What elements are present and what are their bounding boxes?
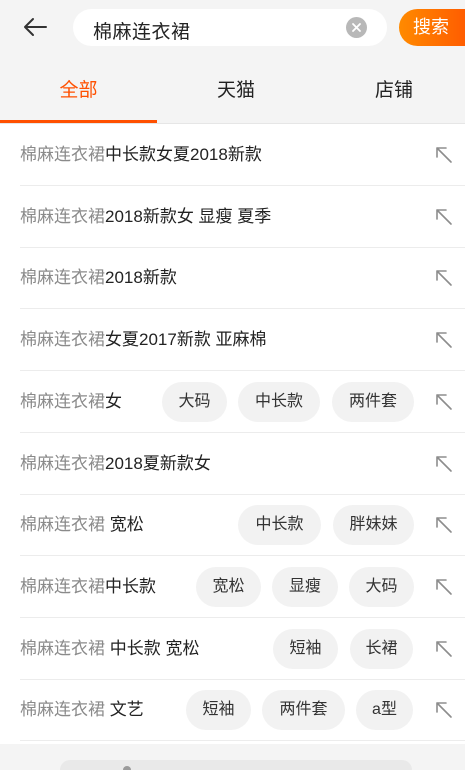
suggestion-suffix: 女夏2017新款 亚麻棉 [105, 330, 267, 350]
suggestion-row[interactable]: 棉麻连衣裙女 大码 中长款 两件套 [0, 371, 465, 433]
fill-query-arrow-icon[interactable] [434, 639, 454, 659]
search-header: 棉麻连衣裙 搜索 [0, 0, 465, 58]
search-input[interactable]: 棉麻连衣裙 [73, 9, 387, 46]
suggestion-chip[interactable]: 短袖 [186, 690, 251, 731]
tab-tmall[interactable]: 天猫 [157, 58, 315, 124]
clear-icon[interactable] [346, 17, 367, 38]
suggestion-row[interactable]: 棉麻连衣裙2018新款 [0, 247, 465, 310]
suggestion-suffix: 文艺 [105, 700, 144, 720]
suggestion-chip[interactable]: 大码 [349, 566, 414, 607]
suggestion-prefix: 棉麻连衣裙 [20, 576, 105, 596]
fill-query-arrow-icon[interactable] [434, 207, 454, 227]
fill-query-arrow-icon[interactable] [434, 392, 454, 412]
bottom-pill[interactable] [60, 760, 412, 770]
suggestion-chip[interactable]: 胖妹妹 [333, 505, 414, 546]
suggestion-text: 棉麻连衣裙中长款 [20, 556, 156, 618]
suggestion-suffix: 2018新款女 显瘦 夏季 [105, 206, 272, 226]
tab-all[interactable]: 全部 [0, 58, 157, 124]
back-arrow-icon[interactable] [20, 12, 50, 42]
suggestion-text: 棉麻连衣裙女夏2017新款 亚麻棉 [20, 309, 267, 371]
suggestion-prefix: 棉麻连衣裙 [20, 700, 105, 720]
active-tab-indicator [0, 120, 157, 123]
fill-query-arrow-icon[interactable] [434, 145, 454, 165]
suggestion-chip[interactable]: 大码 [162, 381, 227, 422]
search-button[interactable]: 搜索 [399, 9, 465, 46]
fill-query-arrow-icon[interactable] [434, 577, 454, 597]
suggestion-row[interactable]: 棉麻连衣裙中长款 宽松 显瘦 大码 [0, 556, 465, 618]
fill-query-arrow-icon[interactable] [434, 515, 454, 535]
fill-query-arrow-icon[interactable] [434, 700, 454, 720]
fill-query-arrow-icon[interactable] [434, 268, 454, 288]
suggestion-prefix: 棉麻连衣裙 [20, 206, 105, 226]
suggestion-prefix: 棉麻连衣裙 [20, 330, 105, 350]
suggestion-prefix: 棉麻连衣裙 [20, 268, 105, 288]
suggestion-prefix: 棉麻连衣裙 [20, 638, 105, 658]
suggestion-chip[interactable]: 宽松 [196, 566, 261, 607]
tab-shops[interactable]: 店铺 [315, 58, 465, 124]
suggestion-chip[interactable]: a型 [356, 690, 413, 731]
search-query-text: 棉麻连衣裙 [93, 22, 191, 43]
suggestion-suffix: 中长款 宽松 [105, 638, 200, 658]
bottom-indicator-icon [123, 766, 131, 770]
suggestion-suffix: 2018夏新款女 [105, 453, 211, 473]
suggestion-prefix: 棉麻连衣裙 [20, 453, 105, 473]
suggestion-text: 棉麻连衣裙2018新款女 显瘦 夏季 [20, 186, 271, 248]
suggestion-text: 棉麻连衣裙 宽松 [20, 494, 144, 556]
fill-query-arrow-icon[interactable] [434, 454, 454, 474]
suggestion-text: 棉麻连衣裙2018新款 [20, 247, 177, 309]
suggestion-row[interactable]: 棉麻连衣裙2018新款女 显瘦 夏季 [0, 186, 465, 248]
suggestion-prefix: 棉麻连衣裙 [20, 145, 105, 164]
suggestion-prefix: 棉麻连衣裙 [20, 391, 105, 411]
suggestion-text: 棉麻连衣裙中长款女夏2018新款 [20, 124, 262, 186]
suggestion-row[interactable]: 棉麻连衣裙 宽松 中长款 胖妹妹 [0, 494, 465, 557]
suggestion-chip[interactable]: 两件套 [262, 690, 345, 731]
suggestion-row[interactable]: 棉麻连衣裙 文艺 短袖 两件套 a型 [0, 679, 465, 742]
suggestion-row[interactable]: 棉麻连衣裙 中长款 宽松 短袖 长裙 [0, 618, 465, 680]
suggestion-suffix: 女 [105, 391, 122, 411]
suggestion-row[interactable]: 棉麻连衣裙2018夏新款女 [0, 433, 465, 495]
suggestion-text: 棉麻连衣裙女 [20, 371, 122, 433]
suggestion-suffix: 宽松 [105, 515, 144, 535]
suggestion-suffix: 2018新款 [105, 268, 177, 288]
suggestion-row[interactable]: 棉麻连衣裙中长款女夏2018新款 [0, 124, 465, 186]
suggestion-chip[interactable]: 中长款 [238, 505, 321, 546]
fill-query-arrow-icon[interactable] [434, 330, 454, 350]
suggestion-chip[interactable]: 两件套 [332, 381, 414, 422]
suggestion-chip[interactable]: 显瘦 [272, 566, 338, 607]
suggestion-prefix: 棉麻连衣裙 [20, 515, 105, 535]
suggestion-row[interactable]: 棉麻连衣裙女夏2017新款 亚麻棉 [0, 309, 465, 372]
tab-bar: 全部 天猫 店铺 [0, 58, 465, 124]
row-divider [20, 740, 465, 742]
suggestion-suffix: 中长款 [105, 576, 156, 596]
suggestion-text: 棉麻连衣裙 文艺 [20, 679, 144, 741]
suggestion-chip[interactable]: 长裙 [350, 628, 413, 669]
suggestion-text: 棉麻连衣裙 中长款 宽松 [20, 618, 199, 680]
suggestion-suffix: 中长款女夏2018新款 [105, 145, 262, 164]
suggestion-text: 棉麻连衣裙2018夏新款女 [20, 433, 211, 495]
suggestion-chip[interactable]: 中长款 [238, 381, 320, 422]
suggestion-chip[interactable]: 短袖 [273, 628, 338, 669]
